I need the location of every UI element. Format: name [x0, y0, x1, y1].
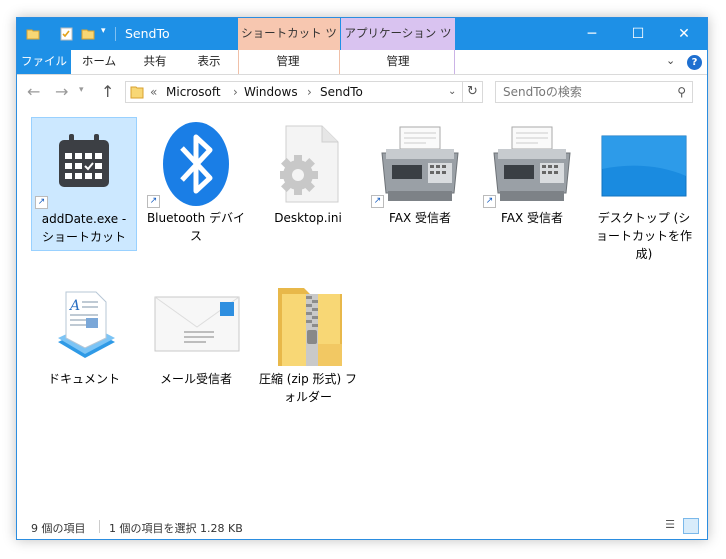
shortcut-arrow-icon: ↗: [371, 195, 384, 208]
context-tab-application-tools: アプリケーション ツール: [341, 18, 455, 70]
address-dropdown-chevron-icon[interactable]: ⌄: [448, 82, 456, 102]
refresh-button[interactable]: ↻: [463, 81, 483, 103]
svg-text:A: A: [68, 298, 80, 314]
file-item-desktop-ini[interactable]: Desktop.ini: [255, 117, 361, 231]
status-divider: [99, 520, 100, 533]
qat-divider: [115, 27, 116, 41]
tab-manage-shortcut[interactable]: 管理: [257, 50, 319, 74]
explorer-window: ▾ SendTo ショートカット ツール アプリケーション ツール ─ ☐ ✕ …: [16, 17, 708, 540]
search-input[interactable]: SendToの検索 ⚲: [495, 81, 693, 103]
recent-locations-chevron-icon[interactable]: ▾: [79, 85, 84, 95]
back-arrow-icon: ←: [27, 82, 41, 101]
title-bar: ▾ SendTo ショートカット ツール アプリケーション ツール ─ ☐ ✕: [17, 18, 707, 70]
file-item-fax-2[interactable]: ↗ FAX 受信者: [479, 117, 585, 231]
document-icon: A: [58, 291, 115, 358]
shortcut-arrow-icon: ↗: [147, 195, 160, 208]
file-item-label: addDate.exe - ショートカット: [41, 212, 127, 244]
navigation-bar: ← → ▾ ↑ « Microsoft › Windows › SendTo ⌄…: [17, 75, 707, 109]
maximize-icon: ☐: [631, 26, 645, 42]
close-icon: ✕: [678, 26, 690, 42]
file-item-label: 圧縮 (zip 形式) フォルダー: [258, 372, 358, 404]
desktop-icon: [601, 135, 687, 197]
breadcrumb-separator-icon: ›: [233, 85, 238, 99]
ribbon-tabs: ファイル ホーム 共有 表示 管理 管理 ⌄ ?: [17, 50, 707, 75]
tab-file[interactable]: ファイル: [17, 50, 71, 74]
shortcut-arrow-icon: ↗: [483, 195, 496, 208]
back-button[interactable]: ←: [27, 82, 40, 101]
minimize-button[interactable]: ─: [569, 18, 615, 50]
fax-icon: [381, 126, 459, 201]
up-arrow-icon: ↑: [101, 82, 115, 101]
help-icon[interactable]: ?: [687, 55, 702, 70]
zip-folder-icon: [278, 288, 342, 366]
address-bar[interactable]: « Microsoft › Windows › SendTo ⌄: [125, 81, 463, 103]
expand-ribbon-chevron-icon[interactable]: ⌄: [666, 54, 675, 67]
bluetooth-icon: [163, 122, 229, 206]
file-item-label: FAX 受信者: [388, 211, 452, 225]
large-icons-view-button[interactable]: [683, 518, 699, 534]
breadcrumb-item-sendto[interactable]: SendTo: [320, 82, 363, 102]
breadcrumb-overflow[interactable]: «: [150, 82, 157, 102]
shortcut-arrow-icon: ↗: [35, 196, 48, 209]
settings-file-icon: [280, 125, 339, 203]
forward-arrow-icon: →: [55, 82, 69, 101]
search-icon: ⚲: [677, 85, 686, 99]
breadcrumb-item-windows[interactable]: Windows: [244, 82, 298, 102]
details-view-button[interactable]: ☰: [662, 518, 678, 534]
file-item-label: Desktop.ini: [274, 211, 342, 225]
tab-view[interactable]: 表示: [183, 50, 235, 74]
selection-info: 1 個の項目を選択 1.28 KB: [109, 522, 243, 535]
refresh-icon: ↻: [467, 84, 478, 99]
folder-icon: [130, 86, 144, 99]
calendar-icon: [59, 134, 109, 187]
tab-share[interactable]: 共有: [129, 50, 181, 74]
forward-button[interactable]: →: [55, 82, 68, 101]
folder-icon[interactable]: [26, 27, 40, 41]
fax-icon: [493, 126, 571, 201]
up-button[interactable]: ↑: [101, 82, 114, 101]
file-item-zip-folder[interactable]: 圧縮 (zip 形式) フォルダー: [255, 278, 361, 410]
file-item-documents[interactable]: A ドキュメント: [31, 278, 137, 392]
file-list: ↗ addDate.exe - ショートカット ↗ Bluetooth デバイス: [17, 110, 707, 510]
item-count: 9 個の項目: [31, 522, 86, 535]
breadcrumb-item-microsoft[interactable]: Microsoft: [166, 82, 221, 102]
maximize-button[interactable]: ☐: [615, 18, 661, 50]
file-item-mail[interactable]: メール受信者: [143, 278, 249, 392]
file-item-fax-1[interactable]: ↗ FAX 受信者: [367, 117, 473, 231]
window-title: SendTo: [125, 26, 170, 41]
customize-qat-chevron-icon[interactable]: ▾: [101, 26, 106, 36]
file-item-label: FAX 受信者: [500, 211, 564, 225]
properties-icon[interactable]: [60, 27, 73, 41]
file-item-label: ドキュメント: [47, 372, 120, 386]
tab-home[interactable]: ホーム: [73, 50, 125, 74]
file-item-label: メール受信者: [159, 372, 232, 386]
file-item-adddate[interactable]: ↗ addDate.exe - ショートカット: [31, 117, 137, 251]
breadcrumb-separator-icon: ›: [307, 85, 312, 99]
file-item-label: Bluetooth デバイス: [146, 211, 246, 243]
tab-manage-app[interactable]: 管理: [367, 50, 429, 74]
search-placeholder: SendToの検索: [503, 85, 582, 99]
file-item-bluetooth[interactable]: ↗ Bluetooth デバイス: [143, 117, 249, 249]
file-item-desktop[interactable]: デスクトップ (ショートカットを作成): [591, 117, 697, 267]
new-folder-icon[interactable]: [81, 27, 95, 41]
close-button[interactable]: ✕: [661, 18, 707, 50]
mail-icon: [154, 296, 240, 352]
file-item-label: デスクトップ (ショートカットを作成): [595, 211, 692, 261]
context-tab-shortcut-tools: ショートカット ツール: [238, 18, 340, 70]
minimize-icon: ─: [587, 26, 597, 42]
status-bar: 9 個の項目 1 個の項目を選択 1.28 KB ☰: [17, 516, 707, 538]
